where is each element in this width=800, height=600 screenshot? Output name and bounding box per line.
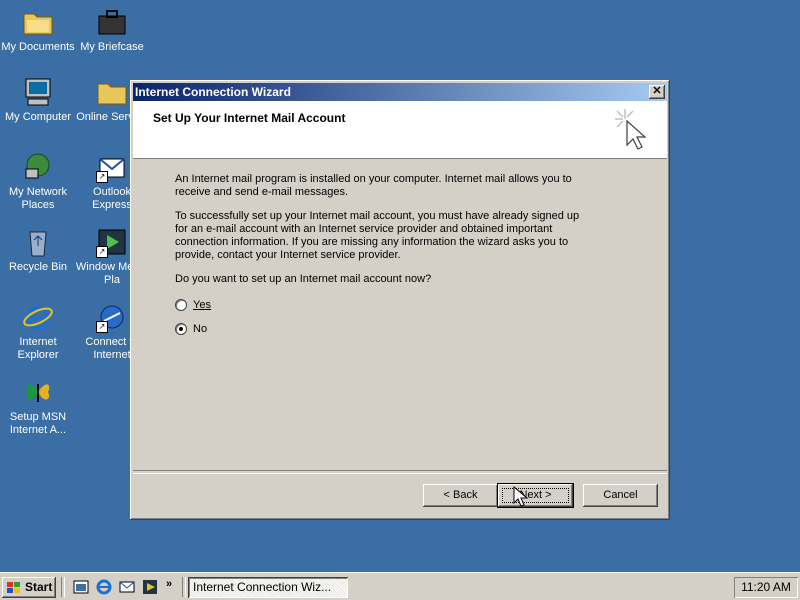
desktop-icon-label: My Documents (1, 41, 75, 53)
folder-icon (96, 76, 128, 108)
next-button[interactable]: Next > (497, 483, 574, 508)
cancel-button[interactable]: Cancel (583, 484, 658, 507)
msn-butterfly-icon (22, 376, 54, 408)
folder-icon (22, 6, 54, 38)
taskbar: Start » Internet Connection Wiz... 11:20… (0, 572, 800, 600)
media-player-icon: ↗ (96, 226, 128, 258)
radio-option-no[interactable]: No (175, 321, 207, 337)
back-button[interactable]: < Back (423, 484, 498, 507)
connect-icon: ↗ (96, 301, 128, 333)
desktop-icon-my-computer[interactable]: My Computer (0, 76, 76, 124)
question-label: Do you want to set up an Internet mail a… (175, 273, 432, 285)
desktop-icon-internet-explorer[interactable]: Internet Explorer (0, 301, 76, 362)
page-title: Set Up Your Internet Mail Account (153, 111, 346, 125)
desktop-icon-my-briefcase[interactable]: My Briefcase (74, 6, 150, 54)
desktop-icon-label: My Briefcase (80, 41, 144, 53)
radio-label-no: No (193, 323, 208, 335)
intro-paragraph: An Internet mail program is installed on… (175, 173, 572, 198)
quicklaunch-overflow-chevron[interactable]: » (166, 578, 172, 590)
back-button-label: < Back (443, 489, 478, 501)
internet-explorer-icon (22, 301, 54, 333)
desktop-icon-recycle-bin[interactable]: Recycle Bin (0, 226, 76, 274)
desktop-icon-label: My Computer (4, 111, 72, 123)
desktop-icon-my-network-places[interactable]: My Network Places (0, 151, 76, 212)
clock-label: 11:20 AM (741, 580, 791, 594)
radio-button-yes[interactable] (175, 299, 187, 311)
internet-explorer-quicklaunch-icon[interactable] (95, 578, 113, 596)
taskbar-button-label: Internet Connection Wiz... (193, 580, 332, 594)
wizard-cursor-sparkle-icon (615, 109, 647, 150)
desktop-icon-label: Setup MSN Internet A... (9, 411, 67, 436)
network-icon (22, 151, 54, 183)
close-icon: ✕ (652, 85, 662, 97)
requirements-paragraph: To successfully set up your Internet mai… (175, 210, 580, 261)
shortcut-arrow-icon: ↗ (96, 246, 108, 258)
recycle-bin-icon (22, 226, 54, 258)
media-player-quicklaunch-icon[interactable] (141, 578, 159, 596)
briefcase-icon (96, 6, 128, 38)
outlook-express-icon: ↗ (96, 151, 128, 183)
taskbar-divider (61, 577, 65, 597)
shortcut-arrow-icon: ↗ (96, 321, 108, 333)
windows-logo-icon (7, 581, 20, 593)
window-title: Internet Connection Wizard (135, 85, 291, 99)
close-button[interactable]: ✕ (649, 85, 665, 99)
start-label: Start (25, 580, 53, 594)
radio-button-no[interactable] (175, 323, 187, 335)
window-titlebar[interactable]: Internet Connection Wizard ✕ (133, 83, 667, 101)
radio-option-yes[interactable]: Yes (175, 297, 211, 313)
show-desktop-icon[interactable] (72, 578, 90, 596)
start-button[interactable]: Start (2, 577, 56, 598)
cancel-button-label: Cancel (603, 489, 638, 501)
internet-connection-wizard-window: Internet Connection Wizard ✕ Set Up Your… (130, 80, 670, 520)
desktop-icon-label: Internet Explorer (17, 336, 59, 361)
mouse-pointer-icon (513, 486, 529, 507)
wizard-header: Set Up Your Internet Mail Account (133, 101, 667, 159)
taskbar-divider (182, 577, 186, 597)
outlook-express-quicklaunch-icon[interactable] (118, 578, 136, 596)
desktop-icon-setup-msn[interactable]: Setup MSN Internet A... (0, 376, 76, 437)
taskbar-button-internet-connection-wizard[interactable]: Internet Connection Wiz... (188, 577, 348, 598)
radio-label-yes: Yes (193, 299, 211, 311)
footer-divider (133, 470, 667, 474)
desktop-icon-label: My Network Places (8, 186, 68, 211)
desktop-icon-my-documents[interactable]: My Documents (0, 6, 76, 54)
system-tray-clock[interactable]: 11:20 AM (734, 577, 798, 598)
computer-icon (22, 76, 54, 108)
shortcut-arrow-icon: ↗ (96, 171, 108, 183)
desktop-icon-label: Recycle Bin (8, 261, 68, 273)
